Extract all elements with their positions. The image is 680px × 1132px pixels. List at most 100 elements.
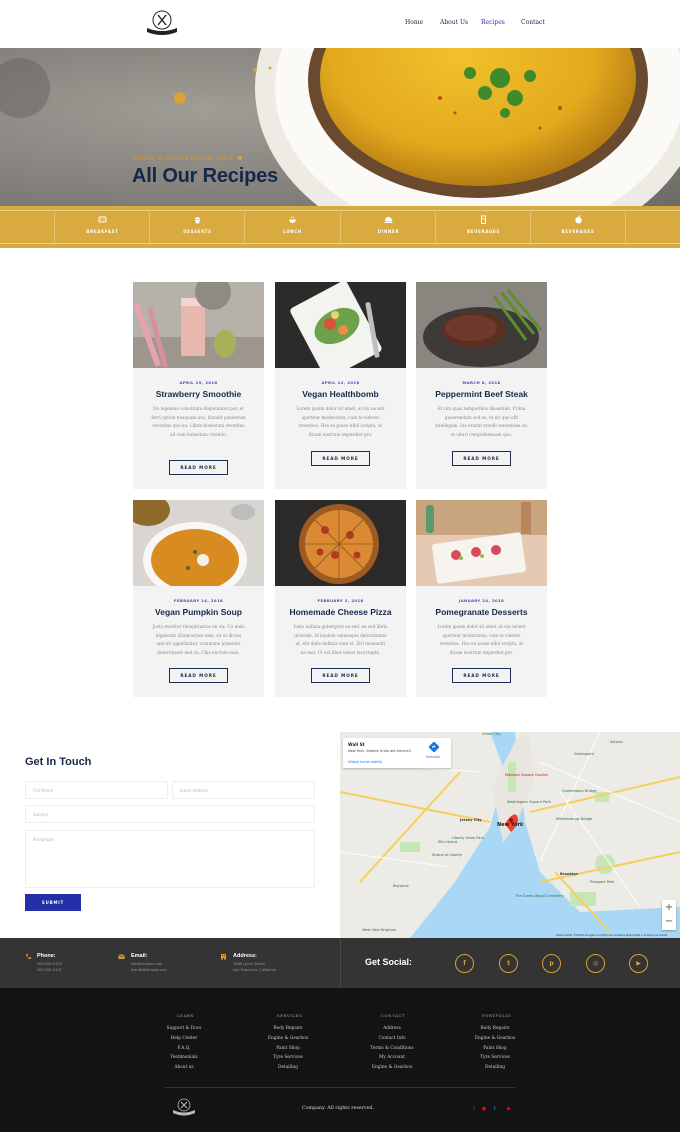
directions-link[interactable]: Indicații [426, 755, 440, 759]
read-more-button[interactable]: READ MORE [311, 451, 370, 466]
footer-link[interactable]: Testimonials [139, 1055, 229, 1060]
recipe-photo-smoothie[interactable] [133, 282, 264, 368]
hero-kicker: BROWSE TO SEE OUR AMAZING CHEFS [133, 156, 234, 161]
message-field[interactable]: Paragraph [25, 830, 315, 888]
footer-link[interactable]: Detailing [243, 1065, 333, 1070]
footer-link[interactable]: Tyre Services [450, 1055, 540, 1060]
footer-link[interactable]: Body Repairs [450, 1026, 540, 1031]
map-label: Union City [482, 732, 501, 736]
map-label: Ellis Island [438, 840, 457, 844]
recipe-date: FEBRUARY 14, 2018 [173, 598, 224, 603]
read-more-button[interactable]: READ MORE [169, 460, 228, 475]
instagram-icon[interactable]: ◎ [586, 954, 605, 973]
footer-link[interactable]: My Account [347, 1055, 437, 1060]
map-label: Prospect Park [590, 880, 615, 884]
footer-heading-portfolio: PORTFOLIO [482, 1013, 512, 1018]
zoom-in-button[interactable]: + [662, 901, 676, 915]
category-dinner[interactable]: DINNER [340, 210, 436, 243]
footer-link[interactable]: About us [139, 1065, 229, 1070]
recipe-title[interactable]: Pomegranate Desserts [416, 607, 547, 617]
map-label: Astoria [610, 740, 623, 744]
recipe-title[interactable]: Vegan Pumpkin Soup [133, 607, 264, 617]
footer-link[interactable]: Paint Shop [450, 1046, 540, 1051]
read-more-button[interactable]: READ MORE [452, 451, 511, 466]
recipe-card: APRIL 19, 2018 Strawberry Smoothie No le… [133, 282, 264, 489]
address-value: San Francisco, California [233, 968, 276, 972]
footer-link[interactable]: Tyre Services [243, 1055, 333, 1060]
subject-field[interactable]: Subject [25, 805, 315, 823]
submit-button[interactable]: SUBMIT [25, 894, 81, 911]
full-name-field[interactable]: Full Name [25, 781, 168, 799]
category-desserts[interactable]: DESSERTS [149, 210, 245, 243]
recipe-excerpt: Ei vim quas temporibus dissentiet. Prima… [434, 406, 529, 437]
footer-link[interactable]: Body Repairs [243, 1026, 333, 1031]
nav-recipes[interactable]: Recipes [481, 19, 505, 26]
nav-contact[interactable]: Contact [521, 19, 545, 26]
read-more-button[interactable]: READ MORE [311, 668, 370, 683]
map-label: Washington Square Park [507, 800, 551, 804]
phone-icon [26, 954, 31, 960]
footer-link[interactable]: Terms & Conditions [347, 1046, 437, 1051]
footer-link[interactable]: Address [347, 1026, 437, 1031]
map-attribution[interactable]: Date hartă ©2020 Google Condiții de util… [556, 933, 667, 937]
map-larger-link[interactable]: Afișați harta mărită [348, 760, 382, 764]
footer-link[interactable]: Engine & Gearbox [243, 1036, 333, 1041]
youtube-icon[interactable]: ▶ [629, 954, 648, 973]
recipe-date: MARCH 6, 2018 [462, 380, 501, 385]
cloche-icon [384, 217, 393, 223]
copyright: Company. All rights reserved. [302, 1106, 375, 1111]
recipe-card: MARCH 6, 2018 Peppermint Beef Steak Ei v… [416, 282, 547, 489]
footer-link[interactable]: Paint Shop [243, 1046, 333, 1051]
nav-about-us[interactable]: About Us [440, 19, 468, 26]
email-value[interactable]: tkeuth@recipes.com [131, 967, 167, 973]
footer-logo[interactable] [171, 1098, 197, 1116]
footer-link[interactable]: Detailing [450, 1065, 540, 1070]
recipe-title[interactable]: Vegan Healthbomb [275, 389, 406, 399]
recipe-photo-steak[interactable] [416, 282, 547, 368]
footer-heading-contact: CONTACT [381, 1013, 406, 1018]
twitter-icon[interactable]: t [492, 1106, 498, 1112]
twitter-icon[interactable]: t [499, 954, 518, 973]
recipe-photo-pumpkin-soup[interactable] [133, 500, 264, 586]
category-label: BREAKFAST [86, 229, 119, 234]
map-place-name: Wall St [348, 742, 365, 747]
facebook-icon[interactable]: f [471, 1106, 477, 1112]
recipe-title[interactable]: Strawberry Smoothie [133, 389, 264, 399]
category-lunch[interactable]: LUNCH [244, 210, 340, 243]
footer-link[interactable]: F.A.Q. [139, 1046, 229, 1051]
footer-link[interactable]: Help Center [139, 1036, 229, 1041]
category-beverages[interactable]: BEVERAGES [435, 210, 531, 243]
footer-link[interactable]: Contact Info [347, 1036, 437, 1041]
recipe-title[interactable]: Homemade Cheese Pizza [275, 607, 406, 617]
pinterest-icon[interactable]: ● [481, 1106, 487, 1112]
category-beverages-2[interactable]: BEVERAGES [530, 210, 626, 243]
category-label: BEVERAGES [467, 229, 500, 234]
youtube-icon[interactable]: ▶ [505, 1106, 513, 1112]
category-label: DESSERTS [183, 229, 212, 234]
email-icon [118, 954, 125, 959]
recipe-photo-pomegranate[interactable] [416, 500, 547, 586]
footer-link[interactable]: Engine & Gearbox [450, 1036, 540, 1041]
hero-soup-image [0, 48, 680, 206]
zoom-out-button[interactable]: − [662, 915, 676, 929]
pinterest-icon[interactable]: p [542, 954, 561, 973]
read-more-button[interactable]: READ MORE [452, 668, 511, 683]
footer-heading-services: SERVICES [277, 1013, 303, 1018]
nav-home[interactable]: Home [405, 19, 423, 26]
email-field[interactable]: Email Address [172, 781, 315, 799]
recipe-excerpt: Iusto nullam gubergren eu sed, ea sed li… [293, 624, 388, 655]
phone-value: 303-555-0101 [37, 968, 62, 972]
email-label: Email: [131, 953, 148, 959]
read-more-button[interactable]: READ MORE [169, 668, 228, 683]
fork-knife-icon [98, 216, 107, 223]
top-nav: Home About Us Recipes Contact [0, 0, 680, 48]
category-breakfast[interactable]: BREAKFAST [54, 210, 150, 243]
recipe-title[interactable]: Peppermint Beef Steak [416, 389, 547, 399]
footer-link[interactable]: Engine & Gearbox [347, 1065, 437, 1070]
recipe-photo-cheese-pizza[interactable] [275, 500, 406, 586]
facebook-icon[interactable]: f [455, 954, 474, 973]
recipe-photo-healthbomb[interactable] [275, 282, 406, 368]
directions-icon[interactable] [429, 742, 439, 752]
footer-link[interactable]: Support & Docs [139, 1026, 229, 1031]
site-logo[interactable] [143, 9, 181, 37]
